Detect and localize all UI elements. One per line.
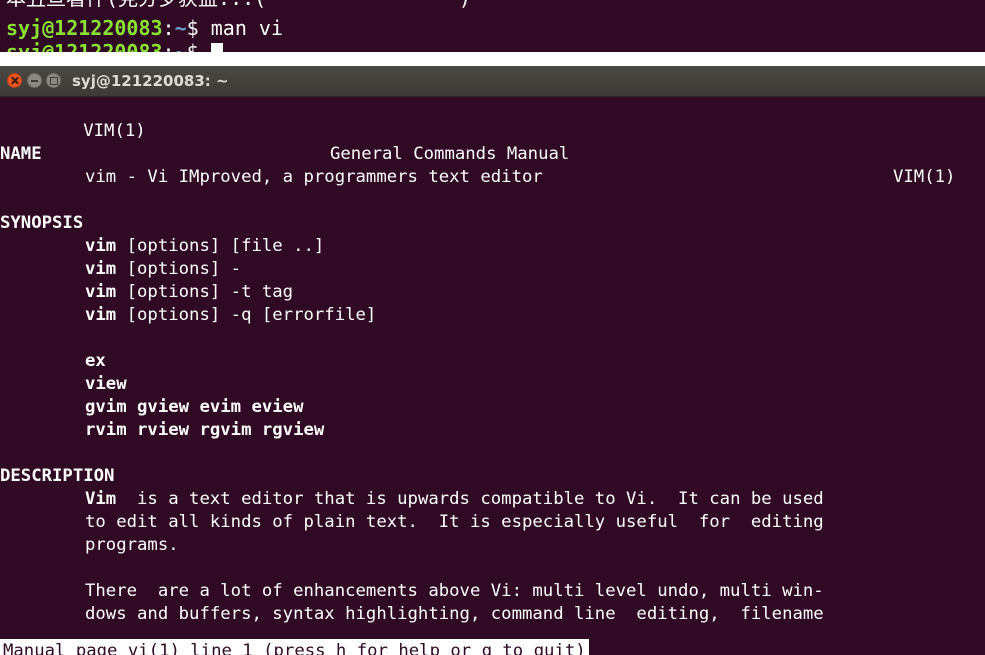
section-heading-name: NAME xyxy=(0,144,42,164)
window-titlebar[interactable]: syj@121220083: ~ xyxy=(0,66,985,97)
next-prompt-separator: : xyxy=(162,40,175,52)
alias-line: ex xyxy=(85,351,106,371)
name-text: vim - Vi IMproved, a programmers text ed… xyxy=(85,167,543,187)
typed-command: man vi xyxy=(210,16,283,40)
terminal-window: syj@121220083: ~ VIM(1) General Commands… xyxy=(0,66,985,655)
prompt-separator: : xyxy=(162,16,175,40)
synopsis-args: [options] -q [errorfile] xyxy=(116,305,377,325)
next-prompt-user-host: syj@121220083 xyxy=(6,40,163,52)
description-line: Vim is a text editor that is upwards com… xyxy=(85,488,824,511)
description-line: to edit all kinds of plain text. It is e… xyxy=(85,512,824,532)
synopsis-line: vim [options] -t tag xyxy=(85,281,293,304)
synopsis-cmd: vim xyxy=(85,259,117,279)
screen-gap xyxy=(0,52,985,66)
cropped-text-line: 本丑亘看件(見分岁获益...( ) xyxy=(6,0,471,10)
synopsis-args: [options] [file ..] xyxy=(116,236,325,256)
synopsis-args: [options] - xyxy=(116,259,242,279)
synopsis-cmd: vim xyxy=(85,236,117,256)
cursor-block xyxy=(210,43,223,52)
header-left: VIM(1) xyxy=(83,121,146,141)
minimize-button[interactable] xyxy=(27,73,42,88)
window-title: syj@121220083: ~ xyxy=(72,72,229,90)
prompt-symbol: $ xyxy=(186,16,199,40)
alias-line: rvim rview rgvim rgview xyxy=(85,420,325,440)
synopsis-line: vim [options] - xyxy=(85,258,241,281)
header-center: General Commands Manual xyxy=(330,144,570,164)
next-prompt-path: ~ xyxy=(174,40,187,52)
prompt-path: ~ xyxy=(174,16,187,40)
alias-line: gvim gview evim eview xyxy=(85,397,304,417)
background-terminal[interactable]: 本丑亘看件(見分岁获益...( ) syj@121220083:~$ man v… xyxy=(0,0,985,52)
synopsis-args: [options] -t tag xyxy=(116,282,294,302)
synopsis-line: vim [options] -q [errorfile] xyxy=(85,304,376,327)
description-line: programs. xyxy=(85,535,179,555)
terminal-content[interactable]: VIM(1) General Commands Manual VIM(1) NA… xyxy=(0,97,985,655)
alias-line: view xyxy=(85,374,127,394)
manpage-header: VIM(1) General Commands Manual VIM(1) xyxy=(0,97,985,187)
description-line: There are a lot of enhancements above Vi… xyxy=(85,581,824,601)
screenshot-root: 本丑亘看件(見分岁获益...( ) syj@121220083:~$ man v… xyxy=(0,0,985,655)
close-button[interactable] xyxy=(7,73,22,88)
synopsis-cmd: vim xyxy=(85,282,117,302)
prompt-user-host: syj@121220083 xyxy=(6,16,163,40)
synopsis-line: vim [options] [file ..] xyxy=(85,235,324,258)
command-prompt-line: syj@121220083:~$ man vi xyxy=(6,16,283,40)
description-vim: Vim xyxy=(85,489,117,509)
section-heading-synopsis: SYNOPSIS xyxy=(0,213,84,233)
pager-status-bar: Manual page vi(1) line 1 (press h for he… xyxy=(0,639,589,655)
section-heading-description: DESCRIPTION xyxy=(0,466,115,486)
synopsis-cmd: vim xyxy=(85,305,117,325)
maximize-button[interactable] xyxy=(46,73,61,88)
description-text: is a text editor that is upwards compati… xyxy=(116,489,824,509)
next-prompt-line: syj@121220083:~$ xyxy=(6,40,223,52)
description-line: dows and buffers, syntax highlighting, c… xyxy=(85,604,824,624)
header-right: VIM(1) xyxy=(893,167,956,187)
next-prompt-symbol: $ xyxy=(186,40,199,52)
